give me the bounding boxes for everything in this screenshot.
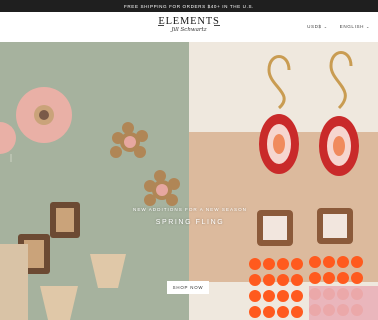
language-selector[interactable]: ENGLISH ⌄ <box>340 24 370 29</box>
chevron-down-icon: ⌄ <box>323 24 328 29</box>
logo-ornament-left <box>158 25 164 26</box>
currency-selector[interactable]: USD$ ⌄ <box>307 24 328 29</box>
logo-ornament-right <box>214 25 220 26</box>
header-utilities: USD$ ⌄ ENGLISH ⌄ <box>307 24 370 29</box>
announcement-bar: FREE SHIPPING FOR ORDERS $40+ IN THE U.S… <box>0 0 378 12</box>
hero-image-right <box>189 42 378 320</box>
hero-title: SPRING FLING <box>155 219 225 226</box>
hero-text: NEW ADDITIONS FOR A NEW SEASON SPRING FL… <box>120 207 260 226</box>
shop-now-button[interactable]: SHOP NOW <box>167 281 209 294</box>
announcement-text: FREE SHIPPING FOR ORDERS $40+ IN THE U.S… <box>123 3 255 9</box>
site-header: ELEMENTS Jill Schwartz USD$ ⌄ ENGLISH ⌄ <box>0 12 378 43</box>
hero-image-left <box>0 42 189 320</box>
jewelry-illustration-right <box>189 42 378 320</box>
hero-kicker: NEW ADDITIONS FOR A NEW SEASON <box>133 207 247 212</box>
currency-label: USD$ <box>307 24 322 29</box>
hero-banner[interactable]: NEW ADDITIONS FOR A NEW SEASON SPRING FL… <box>0 42 378 320</box>
logo-sub: Jill Schwartz <box>171 27 207 33</box>
logo[interactable]: ELEMENTS Jill Schwartz <box>150 16 228 38</box>
jewelry-illustration-left <box>0 87 180 320</box>
chevron-down-icon: ⌄ <box>366 24 370 29</box>
language-label: ENGLISH <box>339 24 365 29</box>
